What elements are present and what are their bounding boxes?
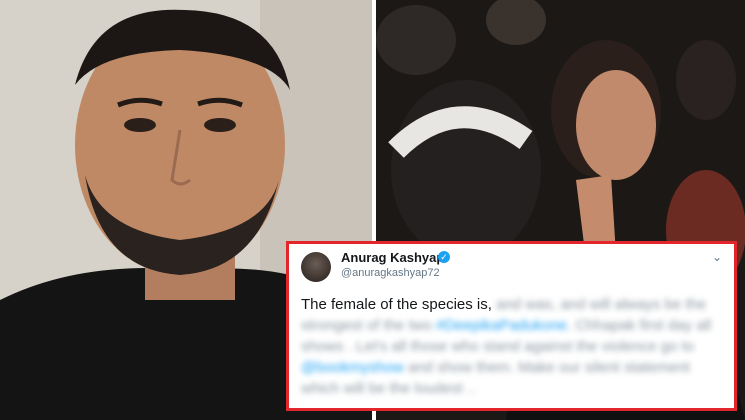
tweet-text: The female of the species is, and was, a…: [301, 294, 723, 399]
tweet-hashtag: #DeepikaPadukone: [436, 317, 568, 334]
chevron-down-icon: ⌄: [711, 250, 722, 264]
tweet-author-name: Anurag Kashyap: [341, 250, 445, 265]
verified-badge-icon: ✓: [438, 251, 450, 263]
tweet-author-handle: @anuragkashyap72: [341, 267, 440, 279]
tweet-mention: @bookmyshow: [301, 359, 404, 376]
tweet-card: Anurag Kashyap ✓ @anuragkashyap72 ⌄ The …: [286, 241, 737, 411]
avatar: [301, 252, 331, 282]
tweet-text-visible: The female of the species is,: [301, 296, 492, 313]
